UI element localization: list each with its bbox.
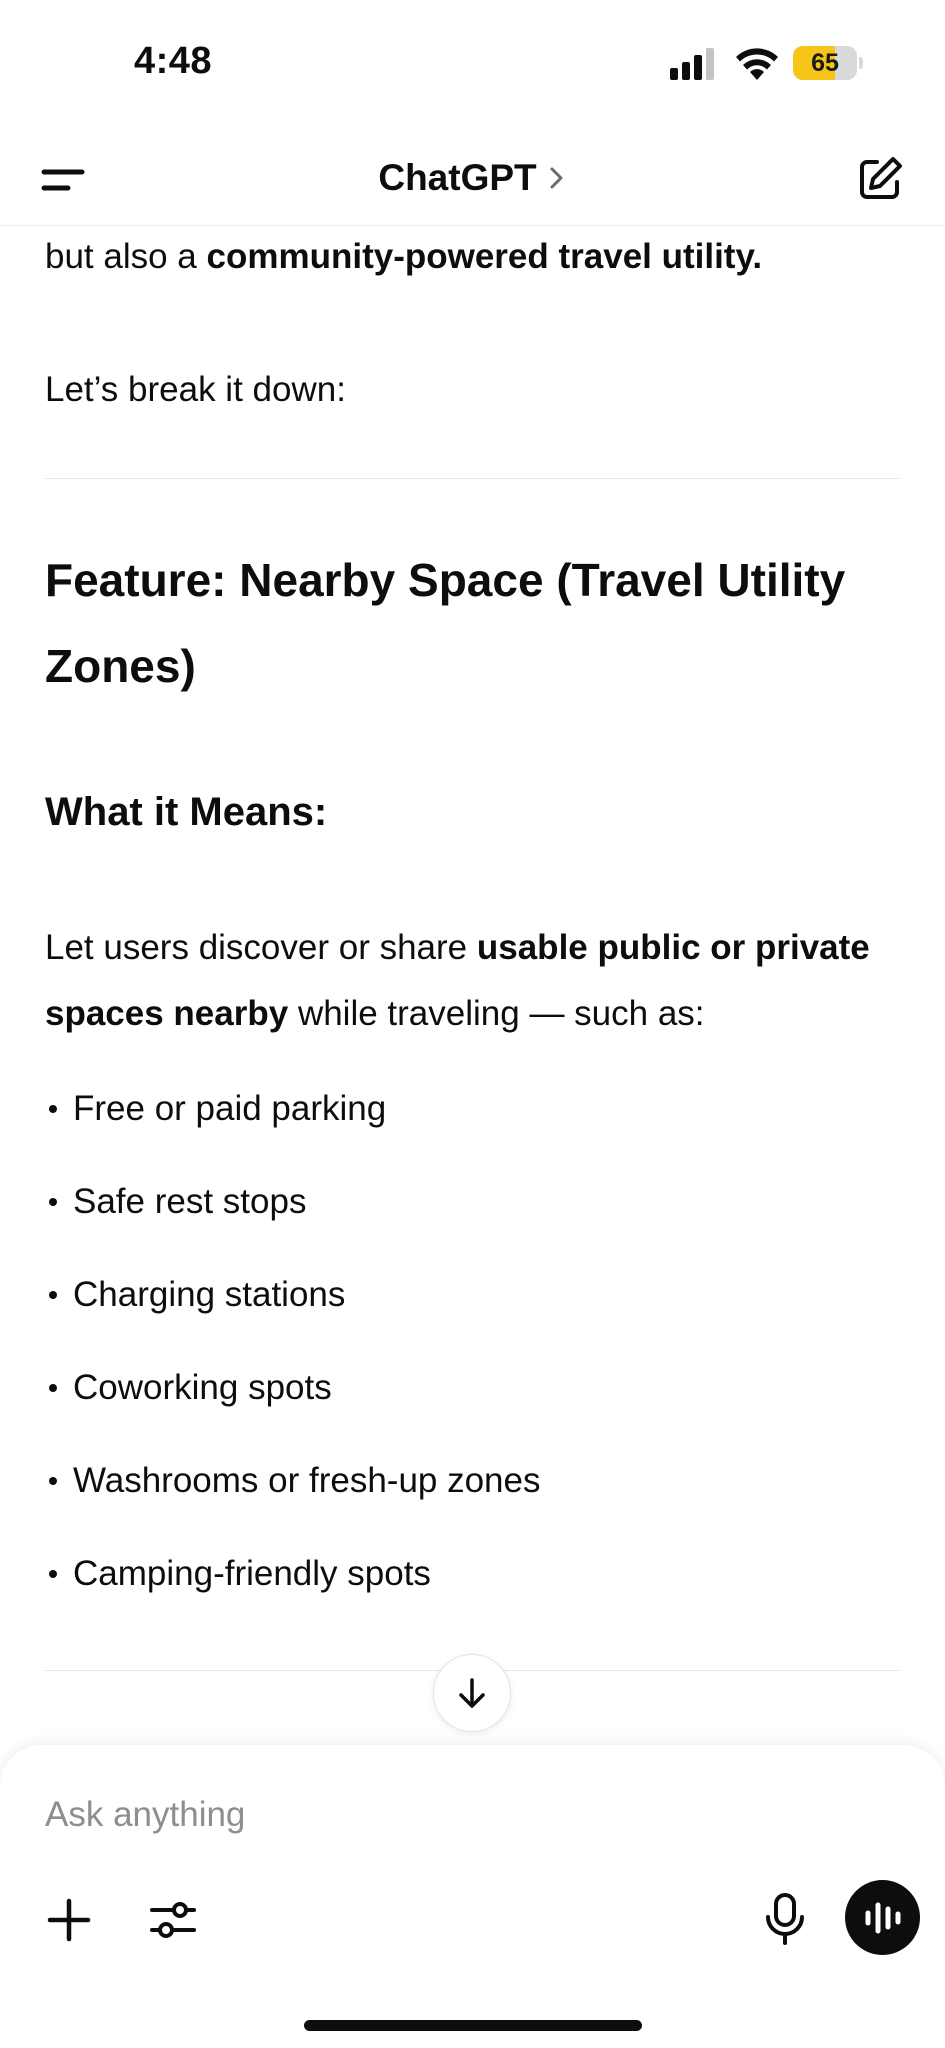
space-type-list: Free or paid parking Safe rest stops Cha… xyxy=(45,1091,905,1649)
list-item: Washrooms or fresh-up zones xyxy=(45,1463,905,1556)
list-item-text: Safe rest stops xyxy=(73,1182,307,1221)
plus-icon[interactable] xyxy=(46,1897,92,1943)
nav-title[interactable]: ChatGPT xyxy=(378,157,536,199)
intro-prefix: but also a xyxy=(45,237,207,276)
microphone-icon[interactable] xyxy=(762,1891,808,1947)
model-selector[interactable]: ChatGPT xyxy=(0,130,945,226)
section-subheading: What it Means: xyxy=(45,790,328,834)
list-item-text: Washrooms or fresh-up zones xyxy=(73,1461,541,1500)
intro-bold: community-powered travel utility. xyxy=(206,237,763,276)
voice-mode-button[interactable] xyxy=(845,1880,920,1955)
prompt-input[interactable] xyxy=(45,1795,745,1835)
battery-percentage: 65 xyxy=(811,49,839,77)
cellular-signal-icon xyxy=(670,48,714,80)
battery-indicator: 65 xyxy=(793,46,863,82)
list-item: Free or paid parking xyxy=(45,1091,905,1184)
composer xyxy=(0,1745,945,2048)
arrow-down-icon xyxy=(459,1678,485,1708)
voice-waveform-icon xyxy=(865,1902,900,1933)
para-prefix: Let users discover or share xyxy=(45,928,477,967)
intro-text: but also a community-powered travel util… xyxy=(45,224,900,290)
scroll-to-bottom-button[interactable] xyxy=(433,1654,511,1732)
home-indicator xyxy=(304,2020,642,2031)
list-item: Camping-friendly spots xyxy=(45,1556,905,1649)
wifi-icon xyxy=(736,48,778,80)
chevron-right-icon xyxy=(550,167,563,189)
list-item-text: Free or paid parking xyxy=(73,1089,387,1128)
description-paragraph: Let users discover or share usable publi… xyxy=(45,915,915,1047)
breakdown-text: Let’s break it down: xyxy=(45,370,346,409)
message-content: but also a community-powered travel util… xyxy=(45,226,900,423)
para-suffix: while traveling — such as: xyxy=(288,994,705,1033)
compose-icon[interactable] xyxy=(855,154,905,204)
list-item-text: Camping-friendly spots xyxy=(73,1554,431,1593)
sliders-icon[interactable] xyxy=(148,1895,198,1945)
divider-top xyxy=(45,478,900,479)
status-bar: 4:48 65 xyxy=(0,0,945,130)
list-item: Safe rest stops xyxy=(45,1184,905,1277)
list-item: Charging stations xyxy=(45,1277,905,1370)
status-time: 4:48 xyxy=(134,40,213,82)
nav-bar: ChatGPT xyxy=(0,130,945,226)
list-item-text: Coworking spots xyxy=(73,1368,332,1407)
list-item: Coworking spots xyxy=(45,1370,905,1463)
feature-heading: Feature: Nearby Space (Travel Utility Zo… xyxy=(45,554,846,692)
list-item-text: Charging stations xyxy=(73,1275,346,1314)
